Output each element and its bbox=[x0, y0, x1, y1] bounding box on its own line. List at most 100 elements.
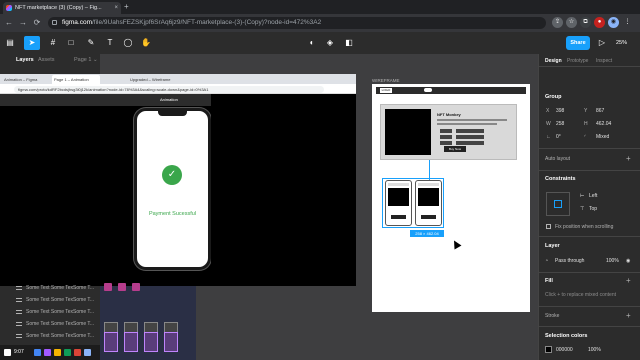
pink-button-icon bbox=[104, 283, 112, 291]
browser-tab[interactable]: NFT marketplace (3) (Copy) – Fig... × bbox=[3, 2, 121, 14]
wireframe-cell bbox=[456, 141, 484, 145]
layer-row-label: Some Text Some TexSome T... bbox=[26, 285, 95, 291]
files-taskbar-icon[interactable] bbox=[54, 349, 61, 356]
tab-layers[interactable]: Layers bbox=[16, 57, 34, 63]
figma-menu-icon[interactable]: ▤ bbox=[4, 36, 16, 50]
selection-bounding-box[interactable] bbox=[382, 178, 444, 228]
y-field[interactable]: 867 bbox=[596, 108, 604, 114]
reload-button[interactable]: ⟳ bbox=[32, 17, 42, 29]
page-selector[interactable]: Page 1 ⌄ bbox=[74, 57, 98, 63]
comment-tool-icon[interactable]: ◯ bbox=[122, 36, 134, 50]
close-tab-icon[interactable]: × bbox=[114, 2, 118, 14]
app-taskbar-icon[interactable] bbox=[74, 349, 81, 356]
radius-field[interactable]: Mixed bbox=[596, 134, 609, 140]
blend-mode-select[interactable]: Pass through bbox=[555, 258, 584, 264]
component-icon[interactable]: ◐ bbox=[306, 36, 318, 50]
back-button[interactable]: ← bbox=[4, 17, 14, 29]
share-page-icon[interactable]: ⇪ bbox=[552, 17, 563, 28]
add-fill-button[interactable]: + bbox=[626, 277, 631, 285]
rotation-field[interactable]: 0° bbox=[556, 134, 561, 140]
divider bbox=[538, 272, 640, 273]
figma-taskbar-icon[interactable] bbox=[44, 349, 51, 356]
layer-row-label: Some Text Some TexSome T... bbox=[26, 321, 95, 327]
visibility-eye-icon[interactable]: ◉ bbox=[626, 258, 630, 264]
vertical-constraint-icon: ⊤ bbox=[580, 206, 585, 212]
group-heading: Group bbox=[545, 94, 562, 100]
wireframe-text-line bbox=[437, 123, 497, 125]
text-layer-icon bbox=[16, 310, 22, 314]
forward-button[interactable]: → bbox=[18, 17, 28, 29]
frame-label-wireframe[interactable]: WIREFRAME bbox=[372, 78, 400, 83]
embedded-tab[interactable]: Upgraded – Wireframe bbox=[128, 75, 178, 84]
fix-position-checkbox[interactable] bbox=[546, 224, 551, 229]
layer-row[interactable]: Some Text Some TexSome T... bbox=[6, 283, 98, 293]
move-tool-icon[interactable]: ➤ bbox=[24, 36, 40, 50]
taskbar-time: 9:07 bbox=[14, 349, 24, 355]
embedded-tab-active[interactable]: Page 1 – Animation bbox=[52, 75, 100, 84]
payment-success-text: Payment Sucessful bbox=[148, 211, 197, 217]
extensions-icon[interactable]: ⧉ bbox=[580, 17, 591, 28]
selection-color-swatch[interactable] bbox=[545, 346, 552, 353]
url-field[interactable]: figma.com/file/9UahsFEZSKjpf6SrAq6jz9/NF… bbox=[48, 17, 546, 29]
pen-tool-icon[interactable]: ✎ bbox=[84, 36, 98, 50]
tab-assets[interactable]: Assets bbox=[38, 57, 55, 63]
selection-colors-heading: Selection colors bbox=[545, 333, 588, 339]
text-layer-icon bbox=[16, 286, 22, 290]
bookmark-star-icon[interactable]: ☆ bbox=[566, 17, 577, 28]
vertical-constraint-select[interactable]: Top bbox=[589, 206, 597, 212]
constraints-widget[interactable] bbox=[546, 192, 570, 216]
extension-red-icon[interactable]: ● bbox=[594, 17, 605, 28]
selection-color-opacity[interactable]: 100% bbox=[588, 347, 601, 353]
h-field[interactable]: 462.04 bbox=[596, 121, 611, 127]
text-tool-icon[interactable]: T bbox=[104, 36, 116, 50]
selection-color-hex[interactable]: 000000 bbox=[556, 347, 573, 353]
text-layer-icon bbox=[16, 298, 22, 302]
auto-layout-label: Auto layout bbox=[545, 156, 571, 162]
layer-row[interactable]: Some Text Some TexSome T... bbox=[6, 331, 98, 341]
horizontal-constraint-select[interactable]: Left bbox=[589, 193, 597, 199]
lock-icon bbox=[52, 20, 57, 25]
w-field[interactable]: 258 bbox=[556, 121, 564, 127]
start-icon[interactable] bbox=[4, 349, 11, 356]
phone-frame bbox=[134, 108, 211, 270]
app-taskbar-icon[interactable] bbox=[84, 349, 91, 356]
wireframe-cell bbox=[440, 135, 452, 139]
add-auto-layout-button[interactable]: + bbox=[626, 155, 631, 163]
frame-tool-icon[interactable]: # bbox=[46, 36, 60, 50]
zoom-level[interactable]: 25% bbox=[616, 36, 627, 50]
hand-tool-icon[interactable]: ✋ bbox=[140, 36, 152, 50]
nft-card bbox=[104, 332, 118, 352]
url-path: /file/9UahsFEZSKjpf6SrAq6jz9/NFT-marketp… bbox=[91, 19, 322, 26]
layer-row[interactable]: Some Text Some TexSome T... bbox=[6, 319, 98, 329]
embedded-url[interactable]: figma.com/proto/kdRF2bcdsjhsg3l0j12k/ani… bbox=[14, 86, 324, 93]
chrome-taskbar-icon[interactable] bbox=[34, 349, 41, 356]
opacity-field[interactable]: 100% bbox=[606, 258, 619, 264]
new-tab-button[interactable]: + bbox=[124, 2, 129, 12]
divider bbox=[538, 326, 640, 327]
tab-design[interactable]: Design bbox=[545, 58, 562, 64]
divider bbox=[538, 66, 640, 67]
blend-mode-icon: ◔ bbox=[545, 258, 549, 264]
add-stroke-button[interactable]: + bbox=[626, 312, 631, 320]
profile-avatar-icon[interactable]: ◉ bbox=[608, 17, 619, 28]
present-button[interactable]: ▷ bbox=[596, 36, 608, 50]
tab-inspect[interactable]: Inspect bbox=[596, 58, 612, 64]
layer-row-label: Some Text Some TexSome T... bbox=[26, 333, 95, 339]
dark-canvas-frame bbox=[211, 94, 356, 286]
embedded-tab[interactable]: Animation – Figma bbox=[2, 75, 42, 84]
wireframe-cell bbox=[456, 135, 484, 139]
share-button[interactable]: Share bbox=[566, 36, 590, 50]
embedded-file-title: Animation bbox=[160, 97, 178, 102]
shape-tool-icon[interactable]: □ bbox=[64, 36, 78, 50]
x-label: X bbox=[546, 108, 550, 114]
tab-prototype[interactable]: Prototype bbox=[567, 58, 588, 64]
boolean-icon[interactable]: ◧ bbox=[342, 36, 356, 50]
layer-row[interactable]: Some Text Some TexSome T... bbox=[6, 295, 98, 305]
text-layer-icon bbox=[16, 334, 22, 338]
x-field[interactable]: 398 bbox=[556, 108, 564, 114]
layer-row[interactable]: Some Text Some TexSome T... bbox=[6, 307, 98, 317]
chrome-menu-icon[interactable]: ⋮ bbox=[622, 17, 633, 28]
mask-icon[interactable]: ◈ bbox=[324, 36, 336, 50]
app-taskbar-icon[interactable] bbox=[64, 349, 71, 356]
constraints-heading: Constraints bbox=[545, 176, 576, 182]
